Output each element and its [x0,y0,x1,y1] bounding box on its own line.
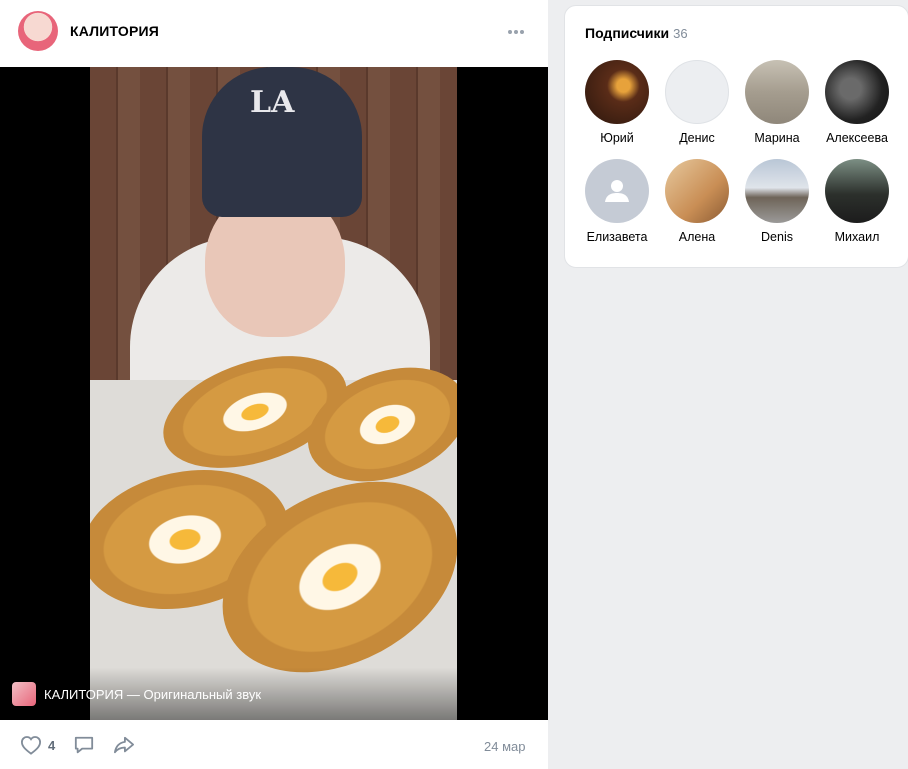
author-name[interactable]: КАЛИТОРИЯ [70,23,159,39]
subscriber-item[interactable]: Алексеева [817,60,897,145]
user-silhouette-icon [605,180,629,202]
subscriber-name[interactable]: Юрий [577,131,657,145]
subscriber-item[interactable]: Алена [657,159,737,244]
like-count: 4 [48,737,56,753]
subscribers-card: Подписчики 36 Юрий Денис Марина Алексеева… [564,5,908,268]
subscriber-item[interactable]: Марина [737,60,817,145]
subscriber-name[interactable]: Алена [657,230,737,244]
subscriber-avatar[interactable] [585,159,649,223]
subscriber-item[interactable]: Елизавета [577,159,657,244]
subscribers-count: 36 [673,26,688,41]
video-player[interactable]: LA КАЛИТОРИЯ — Оригинальный звук [0,67,548,720]
subscriber-name[interactable]: Михаил [817,230,897,244]
share-icon [114,736,134,754]
comment-button[interactable] [73,735,95,755]
subscriber-item[interactable]: Denis [737,159,817,244]
subscriber-name[interactable]: Марина [737,131,817,145]
subscriber-name[interactable]: Елизавета [577,230,657,244]
author-avatar[interactable] [18,11,58,51]
subscriber-name[interactable]: Денис [657,131,737,145]
post-header: КАЛИТОРИЯ [0,0,548,67]
subscriber-avatar[interactable] [825,60,889,124]
subscriber-avatar[interactable] [745,60,809,124]
post-card: КАЛИТОРИЯ LA КАЛИТОРИЯ — Оригинальный зв… [0,0,548,769]
comment-icon [74,736,94,754]
subscriber-avatar[interactable] [585,60,649,124]
subscriber-avatar[interactable] [665,60,729,124]
subscriber-avatar[interactable] [745,159,809,223]
sound-caption[interactable]: КАЛИТОРИЯ — Оригинальный звук [44,687,261,702]
subscriber-name[interactable]: Алексеева [817,131,897,145]
subscriber-avatar[interactable] [825,159,889,223]
video-frame[interactable]: LA [90,67,457,720]
like-button[interactable]: 4 [20,735,55,755]
subscriber-avatar[interactable] [665,159,729,223]
post-actions: 4 24 мар [0,720,548,769]
subscribers-title[interactable]: Подписчики 36 [585,25,688,41]
subscriber-name[interactable]: Denis [737,230,817,244]
subscriber-item[interactable]: Михаил [817,159,897,244]
more-options-icon[interactable] [504,20,528,44]
subscriber-item[interactable]: Юрий [577,60,657,145]
heart-icon [20,736,42,755]
share-button[interactable] [113,735,135,755]
sound-author-avatar [12,682,36,706]
post-date[interactable]: 24 мар [484,739,525,754]
subscriber-item[interactable]: Денис [657,60,737,145]
